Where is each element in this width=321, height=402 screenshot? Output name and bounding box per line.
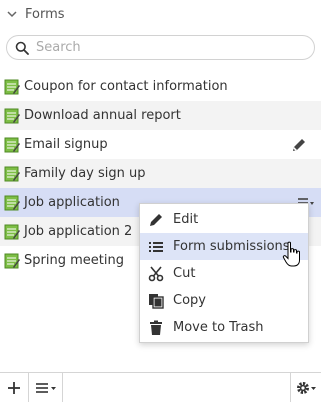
form-row-coupon[interactable]: Coupon for contact information xyxy=(0,72,321,101)
settings-button[interactable] xyxy=(291,373,321,402)
search-icon xyxy=(15,41,29,55)
menu-item-label: Cut xyxy=(173,266,196,281)
form-label: Download annual report xyxy=(24,108,181,123)
scissors-icon xyxy=(148,265,164,281)
form-icon xyxy=(4,253,20,268)
menu-item-move-to-trash[interactable]: Move to Trash xyxy=(140,314,308,341)
gear-icon xyxy=(297,381,316,394)
list-options-button[interactable] xyxy=(29,373,62,402)
toolbar-divider xyxy=(62,373,63,402)
context-menu: Edit Form submissions Cut Copy Move to T… xyxy=(139,203,309,343)
menu-item-label: Move to Trash xyxy=(173,320,264,335)
chevron-down-icon xyxy=(7,11,17,18)
list-menu-icon xyxy=(35,382,56,393)
form-icon xyxy=(4,224,20,239)
form-icon xyxy=(4,108,20,123)
pencil-icon[interactable] xyxy=(291,137,307,153)
form-label: Email signup xyxy=(24,137,108,152)
add-button[interactable] xyxy=(0,373,28,402)
form-label: Coupon for contact information xyxy=(24,79,228,94)
form-label: Family day sign up xyxy=(24,166,146,181)
form-row-family-day[interactable]: Family day sign up xyxy=(0,159,321,188)
menu-item-label: Edit xyxy=(173,212,199,227)
bottom-toolbar xyxy=(0,372,321,402)
panel-title: Forms xyxy=(25,6,65,22)
form-row-email-signup[interactable]: Email signup xyxy=(0,130,321,159)
menu-item-edit[interactable]: Edit xyxy=(140,206,308,233)
form-label: Job application 2 xyxy=(24,224,133,239)
form-icon xyxy=(4,79,20,94)
plus-icon xyxy=(8,381,20,394)
form-icon xyxy=(4,166,20,181)
pencil-icon xyxy=(150,213,162,226)
form-row-download-report[interactable]: Download annual report xyxy=(0,101,321,130)
form-label: Spring meeting xyxy=(24,253,124,268)
menu-item-label: Copy xyxy=(173,293,206,308)
list-icon xyxy=(149,241,163,252)
forms-panel-header[interactable]: Forms xyxy=(0,0,321,28)
form-icon xyxy=(4,195,20,210)
trash-icon xyxy=(150,320,162,335)
copy-icon xyxy=(149,293,164,309)
menu-item-copy[interactable]: Copy xyxy=(140,287,308,314)
form-label: Job application xyxy=(24,195,120,210)
hand-cursor-icon xyxy=(282,241,300,267)
menu-item-label: Form submissions xyxy=(173,239,290,254)
search-input[interactable] xyxy=(36,40,296,55)
search-box[interactable] xyxy=(6,35,315,60)
form-icon xyxy=(4,137,20,152)
